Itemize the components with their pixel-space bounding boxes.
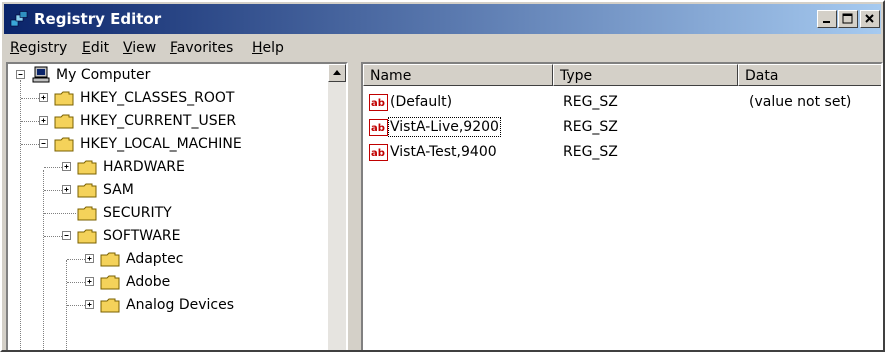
tree-label: HKEY_CLASSES_ROOT: [80, 90, 235, 106]
key-tree-pane[interactable]: My Computer HKEY_CLASSES_ROOT HKEY_CURRE…: [6, 62, 348, 350]
value-row[interactable]: ab (Default) REG_SZ (value not set): [363, 92, 881, 114]
maximize-button[interactable]: [838, 10, 858, 28]
tree-label: SAM: [103, 182, 134, 198]
registry-editor-window: Registry Editor Registry Edit View Favor…: [0, 0, 885, 352]
my-computer-icon: [32, 66, 50, 83]
expand-icon[interactable]: [85, 277, 94, 286]
collapse-icon[interactable]: [39, 139, 48, 148]
tree-node-adobe[interactable]: Adobe: [8, 271, 328, 293]
tree-label: Adobe: [126, 274, 171, 290]
window-title: Registry Editor: [34, 10, 162, 28]
menu-edit[interactable]: Edit: [82, 40, 109, 56]
folder-icon: [77, 206, 97, 221]
svg-text:ab: ab: [371, 98, 385, 109]
tree-label: Adaptec: [126, 251, 184, 267]
value-type: REG_SZ: [563, 94, 618, 110]
up-arrow-icon: [333, 70, 341, 75]
column-header-type[interactable]: Type: [553, 64, 738, 86]
value-type: REG_SZ: [563, 119, 618, 135]
tree-label: HARDWARE: [103, 159, 185, 175]
open-folder-icon: [77, 229, 97, 244]
expand-icon[interactable]: [85, 254, 94, 263]
tree-label: HKEY_CURRENT_USER: [80, 113, 237, 129]
folder-icon: [54, 114, 74, 129]
tree-scrollbar[interactable]: [328, 64, 346, 350]
folder-icon: [100, 252, 120, 267]
value-type: REG_SZ: [563, 144, 618, 160]
minimize-icon: [823, 21, 830, 23]
value-data: (value not set): [749, 94, 852, 110]
maximize-icon: [842, 13, 853, 24]
tree-node-security[interactable]: SECURITY: [8, 202, 328, 224]
column-header-name[interactable]: Name: [363, 64, 553, 86]
tree-node-my-computer[interactable]: My Computer: [8, 64, 328, 86]
string-value-icon: ab: [369, 94, 388, 111]
svg-text:ab: ab: [371, 123, 385, 134]
expand-icon[interactable]: [39, 93, 48, 102]
collapse-icon[interactable]: [16, 70, 25, 79]
scroll-up-button[interactable]: [328, 64, 346, 82]
value-row[interactable]: ab VistA-Test,9400 REG_SZ: [363, 142, 881, 164]
folder-icon: [77, 160, 97, 175]
title-bar[interactable]: Registry Editor: [4, 4, 881, 34]
close-button[interactable]: [860, 10, 880, 28]
string-value-icon: ab: [369, 119, 388, 136]
menu-view[interactable]: View: [123, 40, 156, 56]
close-icon: [865, 14, 874, 23]
tree-label: SOFTWARE: [103, 228, 181, 244]
open-folder-icon: [54, 137, 74, 152]
tree-node-software[interactable]: SOFTWARE: [8, 225, 328, 247]
value-name: VistA-Live,9200: [388, 117, 501, 137]
expand-icon[interactable]: [39, 116, 48, 125]
string-value-icon: ab: [369, 144, 388, 161]
tree-label: Analog Devices: [126, 297, 234, 313]
minimize-button[interactable]: [817, 10, 837, 28]
tree-node-hkey-local-machine[interactable]: HKEY_LOCAL_MACHINE: [8, 133, 328, 155]
menu-help[interactable]: Help: [252, 40, 284, 56]
folder-icon: [100, 275, 120, 290]
tree-label: My Computer: [56, 67, 151, 83]
folder-icon: [54, 91, 74, 106]
tree-node-hkey-classes-root[interactable]: HKEY_CLASSES_ROOT: [8, 87, 328, 109]
tree-node-hardware[interactable]: HARDWARE: [8, 156, 328, 178]
registry-editor-icon: [10, 11, 28, 27]
expand-icon[interactable]: [62, 162, 71, 171]
folder-icon: [100, 298, 120, 313]
folder-icon: [77, 183, 97, 198]
values-list-pane[interactable]: Name Type Data ab (Default) REG_SZ (valu…: [361, 62, 883, 350]
tree-node-hkey-current-user[interactable]: HKEY_CURRENT_USER: [8, 110, 328, 132]
menu-favorites[interactable]: Favorites: [170, 40, 233, 56]
value-row[interactable]: ab VistA-Live,9200 REG_SZ: [363, 117, 881, 139]
value-name: VistA-Test,9400: [390, 144, 497, 160]
menu-registry[interactable]: Registry: [10, 40, 67, 56]
svg-text:ab: ab: [371, 148, 385, 159]
tree-node-analog-devices[interactable]: Analog Devices: [8, 294, 328, 316]
tree-label: HKEY_LOCAL_MACHINE: [80, 136, 242, 152]
value-name: (Default): [390, 94, 453, 110]
expand-icon[interactable]: [62, 185, 71, 194]
tree-node-adaptec[interactable]: Adaptec: [8, 248, 328, 270]
pane-splitter[interactable]: [349, 62, 361, 350]
expand-icon[interactable]: [85, 300, 94, 309]
column-header-data[interactable]: Data: [738, 64, 881, 86]
collapse-icon[interactable]: [62, 231, 71, 240]
menu-bar: Registry Edit View Favorites Help: [4, 36, 881, 62]
tree-node-sam[interactable]: SAM: [8, 179, 328, 201]
tree-label: SECURITY: [103, 205, 172, 221]
